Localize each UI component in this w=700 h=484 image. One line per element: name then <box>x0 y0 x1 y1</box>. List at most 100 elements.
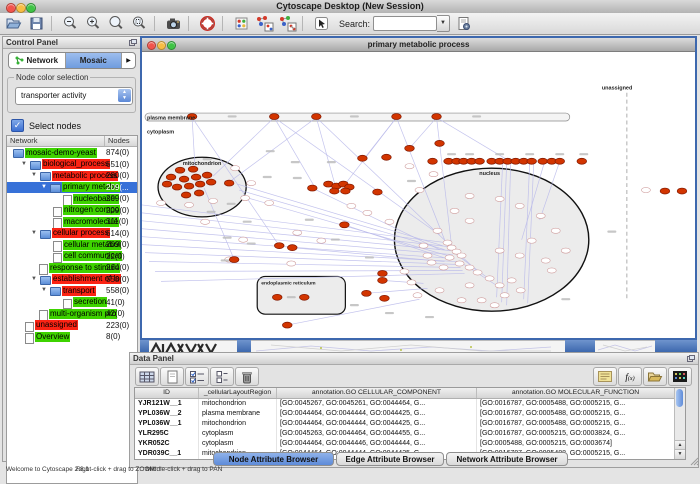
table-cell[interactable]: YLR295C <box>135 429 199 439</box>
tree-row[interactable]: response to stimulu264(0) <box>7 262 137 274</box>
table-cell[interactable]: [GO:0044464, GO:0044444, GO:0044425, G..… <box>277 409 477 419</box>
new-network-from-selection-icon[interactable] <box>255 15 274 32</box>
network-node[interactable] <box>382 154 392 160</box>
annotation-node[interactable] <box>536 213 545 218</box>
resize-grip-icon[interactable] <box>690 457 699 466</box>
annotation-node[interactable] <box>561 248 570 253</box>
annotation-node[interactable] <box>287 261 296 266</box>
tab-mosaic[interactable]: Mosaic <box>66 53 123 68</box>
zoom-out-icon[interactable] <box>61 15 80 32</box>
network-node[interactable] <box>555 158 565 164</box>
annotation-node[interactable] <box>413 293 422 298</box>
node-color-dropdown[interactable]: transporter activity ▲▼ <box>15 87 133 105</box>
annotation-node[interactable] <box>423 253 432 258</box>
expand-triangle-icon[interactable]: ▼ <box>41 285 47 296</box>
table-cell[interactable]: YJR121W__1 <box>135 399 199 409</box>
tree-row[interactable]: secretion41(0) <box>7 297 137 309</box>
annotation-node[interactable] <box>429 172 438 177</box>
tree-row[interactable]: multi-organism pro42(0) <box>7 308 137 320</box>
tree-row[interactable]: nucleobase-209(0) <box>7 193 137 205</box>
expand-triangle-icon[interactable]: ▼ <box>31 228 37 239</box>
tree-row[interactable]: unassigned223(0) <box>7 320 137 332</box>
tree-row[interactable]: macromolecule311(0) <box>7 216 137 228</box>
tree-row[interactable]: ▼establishment of lo558(0) <box>7 274 137 286</box>
search-dropdown-arrow[interactable]: ▼ <box>437 15 450 32</box>
notes-icon[interactable] <box>593 367 617 386</box>
annotation-icon[interactable] <box>232 15 251 32</box>
annotation-node[interactable] <box>515 203 524 208</box>
network-node[interactable] <box>181 192 191 198</box>
annotation-node[interactable] <box>201 219 210 224</box>
tree-col-nodes[interactable]: Nodes <box>104 136 137 146</box>
network-node[interactable] <box>175 167 185 173</box>
annotation-node[interactable] <box>363 210 372 215</box>
annotation-node[interactable] <box>450 208 459 213</box>
table-cell[interactable]: [GO:0045263, GO:0044464, GO:0044455, G..… <box>277 429 477 439</box>
tree-row[interactable]: ▼cellular process614(0) <box>7 228 137 240</box>
annotation-node[interactable] <box>465 193 474 198</box>
background-window-border[interactable] <box>237 340 251 352</box>
annotation-node[interactable] <box>477 298 486 303</box>
network-node[interactable] <box>269 114 279 120</box>
help-lifesaver-icon[interactable] <box>198 15 217 32</box>
network-node[interactable] <box>191 174 201 180</box>
table-cell[interactable]: cytoplasm <box>199 439 277 449</box>
select-mode-icon[interactable] <box>312 15 331 32</box>
annotation-node[interactable] <box>465 265 474 270</box>
annotation-node[interactable] <box>445 255 454 260</box>
table-cell[interactable]: [GO:0045267, GO:0045261, GO:0044464, G..… <box>277 399 477 409</box>
annotation-node[interactable] <box>239 237 248 242</box>
network-node[interactable] <box>577 158 587 164</box>
annotation-node[interactable] <box>515 253 524 258</box>
annotation-node[interactable] <box>427 260 436 265</box>
network-node[interactable] <box>162 181 172 187</box>
network-node[interactable] <box>378 277 388 283</box>
table-cell[interactable]: mitochondrion <box>199 399 277 409</box>
annotation-node[interactable] <box>457 298 466 303</box>
tree-item-label[interactable]: transport <box>62 286 96 296</box>
annotation-node[interactable] <box>157 200 166 205</box>
table-cell[interactable]: [GO:0044464, GO:0044446, GO:0044444, G..… <box>277 439 477 449</box>
network-node[interactable] <box>172 184 182 190</box>
table-column-header[interactable]: annotation.GO MOLECULAR_FUNCTION <box>477 388 675 398</box>
annotation-node[interactable] <box>500 293 509 298</box>
network-node[interactable] <box>677 188 687 194</box>
network-node[interactable] <box>202 172 212 178</box>
network-node[interactable] <box>274 243 284 249</box>
table-row[interactable]: YKR052Ccytoplasm[GO:0044464, GO:0044446,… <box>135 439 675 449</box>
annotation-node[interactable] <box>485 276 494 281</box>
table-cell[interactable]: [GO:0016787, GO:0005488, GO:0005215, G..… <box>477 399 675 409</box>
expand-triangle-icon[interactable]: ▼ <box>31 170 37 181</box>
tab-node-attribute-browser[interactable]: Node Attribute Browser <box>213 452 334 466</box>
network-node[interactable] <box>538 158 548 164</box>
network-node[interactable] <box>179 176 189 182</box>
tree-item-label[interactable]: mosaic-demo-yeast <box>25 148 97 158</box>
tree-item-label[interactable]: unassigned <box>35 320 78 330</box>
table-cell[interactable]: [GO:0044464, GO:0044444, GO:0044425, G..… <box>277 419 477 429</box>
network-node[interactable] <box>299 294 309 300</box>
tree-item-label[interactable]: cellular process <box>52 228 110 238</box>
network-node[interactable] <box>392 114 402 120</box>
tree-row[interactable]: ▼biological_process651(0) <box>7 159 137 171</box>
annotation-node[interactable] <box>185 202 194 207</box>
open-session-icon[interactable] <box>4 15 23 32</box>
scroll-down-arrow[interactable]: ▼ <box>675 449 685 459</box>
annotation-node[interactable] <box>455 261 464 266</box>
annotation-node[interactable] <box>495 196 504 201</box>
annotation-node[interactable] <box>419 243 428 248</box>
network-node[interactable] <box>358 155 368 161</box>
network-node[interactable] <box>330 188 340 194</box>
search-options-icon[interactable] <box>454 15 473 32</box>
annotation-node[interactable] <box>507 278 516 283</box>
scrollbar-thumb[interactable] <box>676 389 683 407</box>
network-node[interactable] <box>405 145 415 151</box>
annotation-node[interactable] <box>473 270 482 275</box>
annotation-node[interactable] <box>415 187 424 192</box>
network-node[interactable] <box>282 322 292 328</box>
annotation-node[interactable] <box>347 203 356 208</box>
network-node[interactable] <box>307 185 317 191</box>
formula-builder-icon[interactable]: f(x) <box>618 367 642 386</box>
tree-item-label[interactable]: biological_process <box>42 159 110 169</box>
annotation-node[interactable] <box>457 253 466 258</box>
network-node[interactable] <box>206 179 216 185</box>
